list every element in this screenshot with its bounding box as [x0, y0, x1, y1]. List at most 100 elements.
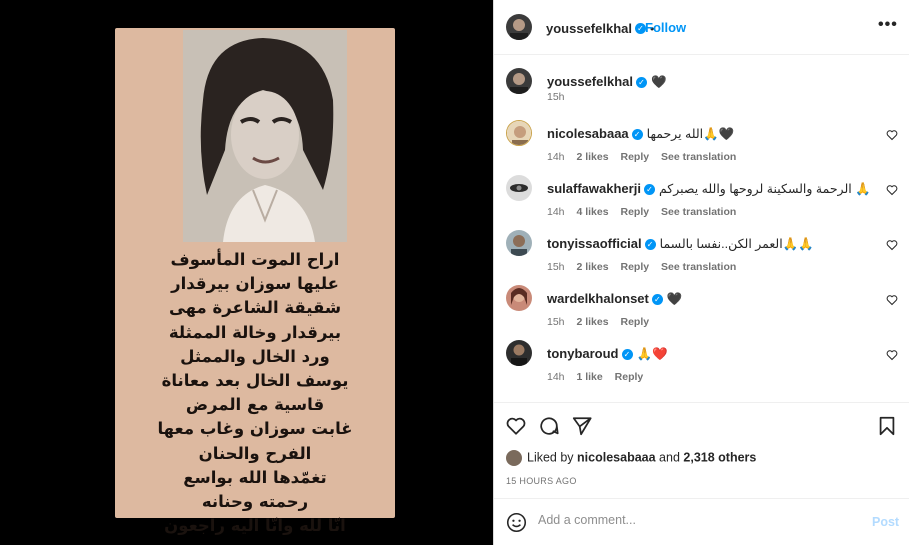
- comment-line: wardelkhalonset ✓ 🖤: [547, 291, 682, 307]
- comment-line: sulaffawakherji ✓ الرحمة والسكينة لروحها و…: [547, 181, 871, 197]
- avatar[interactable]: [506, 14, 532, 40]
- caption-username[interactable]: youssefelkhal: [547, 74, 633, 89]
- verified-badge-icon: ✓: [651, 294, 663, 306]
- comment-line: tonybaroud ✓ 🙏❤️: [547, 346, 668, 362]
- reply-button[interactable]: Reply: [621, 316, 650, 328]
- header-user: youssefelkhal ✓ •: [546, 20, 658, 38]
- comment-likes[interactable]: 2 likes: [576, 151, 608, 163]
- comment-meta: 14h 1 like Reply: [547, 371, 652, 383]
- verified-badge-icon: ✓: [643, 184, 655, 196]
- poem-line: الفرح والحنان: [198, 443, 312, 463]
- comment-likes[interactable]: 2 likes: [576, 261, 608, 273]
- comment-text: 🖤: [666, 292, 683, 306]
- comment-username[interactable]: sulaffawakherji: [547, 181, 641, 196]
- comment-meta: 14h 4 likes Reply See translation: [547, 206, 745, 218]
- comment-likes[interactable]: 2 likes: [576, 316, 608, 328]
- comment-time: 15h: [547, 261, 565, 273]
- comment-text: 🙏❤️: [636, 347, 668, 361]
- comment-time: 14h: [547, 206, 565, 218]
- portrait-photo: [183, 30, 347, 242]
- comment-input[interactable]: [538, 513, 838, 527]
- comment-time: 14h: [547, 371, 565, 383]
- header-username[interactable]: youssefelkhal: [546, 21, 632, 36]
- avatar[interactable]: [506, 68, 532, 94]
- comment: tonybaroud ✓ 🙏❤️ 14h 1 like Reply: [494, 340, 909, 394]
- avatar[interactable]: [506, 285, 532, 311]
- poem-line: انّا لله وانّا اليه راجعون: [164, 516, 346, 536]
- heart-icon[interactable]: [886, 239, 898, 251]
- comment-composer: Post: [494, 498, 909, 545]
- post-button[interactable]: Post: [872, 515, 899, 529]
- poem-line: تغمّدها الله بواسع: [183, 467, 327, 487]
- comment-icon[interactable]: [538, 415, 560, 437]
- verified-badge-icon: ✓: [631, 129, 643, 141]
- comment-meta: 15h 2 likes Reply See translation: [547, 261, 745, 273]
- see-translation-button[interactable]: See translation: [661, 206, 736, 218]
- reply-button[interactable]: Reply: [621, 261, 650, 273]
- heart-icon[interactable]: [505, 415, 527, 437]
- share-icon[interactable]: [571, 415, 593, 437]
- memorial-text: اراح الموت المأسوف عليها سوزان بيرقدار ش…: [115, 248, 395, 538]
- comment-likes[interactable]: 1 like: [576, 371, 602, 383]
- comment: tonyissaofficial ✓ العمر الكن..نفسا بالسما…: [494, 230, 909, 284]
- caption-time: 15h: [547, 91, 565, 103]
- comment-username[interactable]: tonybaroud: [547, 346, 619, 361]
- memorial-card: اراح الموت المأسوف عليها سوزان بيرقدار ش…: [115, 28, 395, 535]
- reply-button[interactable]: Reply: [621, 151, 650, 163]
- comment-line: tonyissaofficial ✓ العمر الكن..نفسا بالسما…: [547, 236, 814, 252]
- heart-icon[interactable]: [886, 184, 898, 196]
- post-header: youssefelkhal ✓ • Follow •••: [494, 0, 909, 55]
- liked-by-and: and: [659, 450, 680, 465]
- heart-icon[interactable]: [886, 294, 898, 306]
- comment-username[interactable]: tonyissaofficial: [547, 236, 642, 251]
- see-translation-button[interactable]: See translation: [661, 151, 736, 163]
- comment-meta: 15h 2 likes Reply: [547, 316, 658, 328]
- post-timestamp[interactable]: 15 HOURS AGO: [506, 476, 577, 486]
- poem-line: رحمته وحنانه: [201, 492, 309, 512]
- avatar[interactable]: [506, 340, 532, 366]
- follow-button[interactable]: Follow: [645, 20, 686, 35]
- heart-icon[interactable]: [886, 349, 898, 361]
- reply-button[interactable]: Reply: [621, 206, 650, 218]
- comment-likes[interactable]: 4 likes: [576, 206, 608, 218]
- poem-line: قاسية مع المرض: [185, 395, 325, 415]
- poem-line: ورد الخال والممثل: [180, 346, 330, 366]
- avatar[interactable]: [506, 175, 532, 201]
- avatar[interactable]: [506, 230, 532, 256]
- poem-line: يوسف الخال بعد معاناة: [161, 371, 349, 391]
- poem-line: اراح الموت المأسوف: [170, 250, 340, 269]
- see-translation-button[interactable]: See translation: [661, 261, 736, 273]
- poem-line: شقيقة الشاعرة مهى: [168, 298, 342, 318]
- poem-line: بيرقدار وخالة الممثلة: [168, 322, 342, 342]
- avatar[interactable]: [506, 120, 532, 146]
- comment-username[interactable]: nicolesabaaa: [547, 126, 629, 141]
- comment-line: nicolesabaaa ✓ الله يرحمها🙏🖤: [547, 126, 734, 142]
- post-side-panel: youssefelkhal ✓ • Follow ••• youssefelkhal…: [493, 0, 909, 545]
- liked-by-prefix: Liked by: [527, 450, 574, 465]
- comment-text: الله يرحمها🙏🖤: [646, 127, 735, 141]
- comment-meta: 14h 2 likes Reply See translation: [547, 151, 745, 163]
- verified-badge-icon: ✓: [621, 349, 633, 361]
- comment-time: 14h: [547, 151, 565, 163]
- verified-badge-icon: ✓: [644, 239, 656, 251]
- liked-by-others[interactable]: 2,318 others: [683, 450, 756, 464]
- caption-meta: 15h: [547, 91, 574, 103]
- comment: sulaffawakherji ✓ الرحمة والسكينة لروحها و…: [494, 175, 909, 229]
- comment: nicolesabaaa ✓ الله يرحمها🙏🖤 14h 2 likes R…: [494, 120, 909, 174]
- comment-username[interactable]: wardelkhalonset: [547, 291, 649, 306]
- liked-by-user[interactable]: nicolesabaaa: [577, 450, 656, 464]
- action-bar: [494, 402, 909, 446]
- reply-button[interactable]: Reply: [615, 371, 644, 383]
- poem-line: غابت سوزان وغاب معها: [157, 419, 353, 439]
- post-media[interactable]: اراح الموت المأسوف عليها سوزان بيرقدار ش…: [0, 0, 493, 545]
- caption: youssefelkhal ✓ 🖤 15h: [494, 68, 909, 122]
- emoji-icon[interactable]: [506, 512, 527, 533]
- more-icon[interactable]: •••: [878, 16, 898, 34]
- comment-time: 15h: [547, 316, 565, 328]
- comment-text: الرحمة والسكينة لروحها والله يصبركم 🙏: [658, 182, 871, 196]
- caption-text: 🖤: [651, 75, 667, 89]
- heart-icon[interactable]: [886, 129, 898, 141]
- comment-text: العمر الكن..نفسا بالسما🙏🙏: [659, 237, 814, 251]
- avatar: [506, 450, 522, 466]
- bookmark-icon[interactable]: [876, 415, 898, 437]
